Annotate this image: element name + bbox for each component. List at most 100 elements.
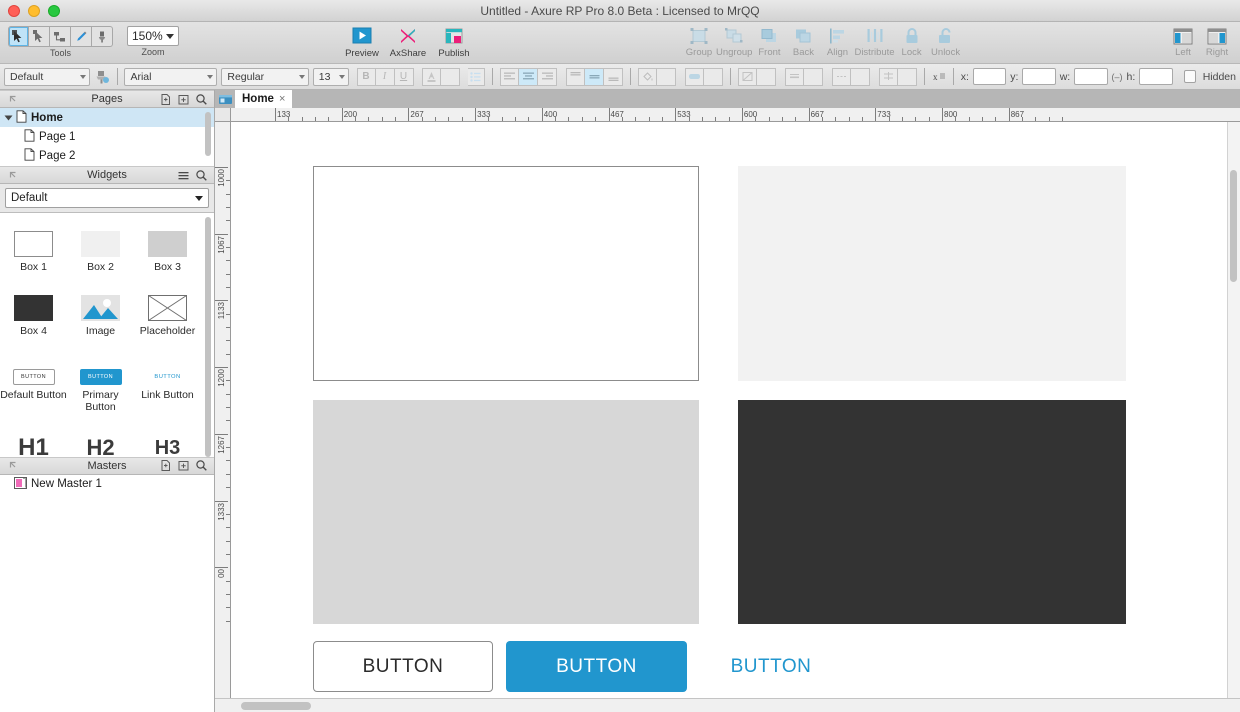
axshare-button[interactable]: AxShare (385, 22, 431, 59)
design-canvas[interactable]: BUTTON BUTTON BUTTON (231, 122, 1240, 698)
widget-item-link-button[interactable]: BUTTON Link Button (134, 347, 201, 413)
align-left-button[interactable] (500, 67, 520, 86)
fill-color-dropdown[interactable] (656, 67, 676, 86)
format-painter-tool-button[interactable] (92, 26, 113, 47)
masters-tree[interactable]: New Master 1 (0, 474, 214, 712)
widget-item-box2[interactable]: Box 2 (67, 219, 134, 273)
add-master-icon[interactable] (158, 458, 173, 473)
bullet-list-button[interactable] (467, 67, 486, 86)
widgets-scrollbar[interactable] (205, 215, 213, 457)
pages-tree-item-page1[interactable]: Page 1 (0, 127, 214, 146)
bring-front-button[interactable]: Front (752, 22, 786, 58)
connector-tool-button[interactable] (50, 26, 71, 47)
page-tab-home[interactable]: Home × (235, 90, 293, 108)
widget-item-placeholder[interactable]: Placeholder (134, 283, 201, 337)
widget-item-default-button[interactable]: BUTTON Default Button (0, 347, 67, 413)
collapse-arrow-icon[interactable] (5, 168, 20, 183)
default-button-shape[interactable]: BUTTON (313, 641, 493, 692)
x-input[interactable] (972, 68, 1007, 85)
style-painter-button[interactable] (94, 69, 110, 85)
underline-button[interactable]: U (394, 67, 414, 86)
vertical-ruler[interactable]: 1000 1067 1133 1200 1267 1333 00 (215, 122, 231, 698)
valign-middle-button[interactable] (585, 67, 605, 86)
y-input[interactable] (1022, 68, 1056, 85)
add-page-icon[interactable] (158, 92, 173, 107)
hamburger-menu-icon[interactable] (176, 168, 191, 183)
line-type-button[interactable] (878, 67, 898, 86)
widget-item-box1[interactable]: Box 1 (0, 219, 67, 273)
widget-item-heading2[interactable]: H2 Heading 2 (67, 423, 134, 457)
line-style-button[interactable] (737, 67, 757, 86)
fill-color-button[interactable] (637, 67, 657, 86)
align-right-button[interactable] (538, 67, 558, 86)
line-width-button[interactable] (784, 67, 804, 86)
box1-shape[interactable] (313, 166, 699, 381)
widget-item-box3[interactable]: Box 3 (134, 219, 201, 273)
pages-scrollbar[interactable] (205, 110, 213, 164)
line-style-dropdown[interactable] (756, 67, 776, 86)
maximize-window-button[interactable] (48, 4, 60, 17)
unlock-button[interactable]: Unlock (929, 22, 963, 58)
masters-tree-item[interactable]: New Master 1 (0, 475, 214, 494)
line-width-dropdown[interactable] (803, 67, 823, 86)
point-tool-button[interactable] (29, 26, 50, 47)
horizontal-ruler[interactable]: 133 200 267 333 400 467 533 600 667 733 800 867 (231, 108, 1240, 122)
w-input[interactable] (1074, 68, 1108, 85)
lock-button[interactable]: Lock (895, 22, 929, 58)
widget-item-heading3[interactable]: H3 Heading 3 (134, 423, 201, 457)
pages-scroll-thumb[interactable] (205, 112, 211, 156)
canvas-vertical-scroll-thumb[interactable] (1230, 170, 1237, 282)
bold-button[interactable]: B (356, 67, 376, 86)
search-icon[interactable] (194, 92, 209, 107)
font-family-select[interactable]: Arial (124, 67, 218, 86)
box2-shape[interactable] (738, 166, 1126, 381)
widget-style-select[interactable]: Default (4, 67, 90, 86)
text-color-dropdown[interactable] (440, 67, 460, 86)
widget-item-box4[interactable]: Box 4 (0, 283, 67, 337)
widget-grid[interactable]: Box 1 Box 2 Box 3 Box 4 Image Placeholde… (0, 213, 214, 457)
text-color-icon[interactable] (421, 67, 441, 86)
pages-tree-item-page2[interactable]: Page 2 (0, 146, 214, 165)
minimize-window-button[interactable] (28, 4, 40, 17)
add-folder-icon[interactable] (176, 92, 191, 107)
canvas-horizontal-scrollbar[interactable] (215, 698, 1240, 712)
widget-item-heading1[interactable]: H1 Heading 1 (0, 423, 67, 457)
link-button-shape[interactable]: BUTTON (711, 641, 831, 692)
close-window-button[interactable] (8, 4, 20, 17)
zoom-select[interactable]: 150% (127, 26, 179, 46)
ungroup-button[interactable]: Ungroup (716, 22, 752, 58)
collapse-arrow-icon[interactable] (5, 458, 20, 473)
valign-bottom-button[interactable] (604, 67, 624, 86)
link-dimensions-toggle[interactable]: (–) (1112, 72, 1123, 82)
arrow-style-dropdown[interactable] (850, 67, 870, 86)
pen-tool-button[interactable] (71, 26, 92, 47)
widget-item-image[interactable]: Image (67, 283, 134, 337)
line-color-button[interactable] (684, 67, 704, 86)
line-type-dropdown[interactable] (897, 67, 917, 86)
send-back-button[interactable]: Back (786, 22, 820, 58)
arrow-style-button[interactable] (831, 67, 851, 86)
close-icon[interactable]: × (279, 93, 285, 105)
align-center-button[interactable] (519, 67, 539, 86)
collapse-arrow-icon[interactable] (5, 92, 20, 107)
line-color-dropdown[interactable] (703, 67, 723, 86)
search-icon[interactable] (194, 458, 209, 473)
italic-button[interactable]: I (375, 67, 395, 86)
widget-library-select[interactable]: Default (5, 188, 209, 208)
box3-shape[interactable] (313, 400, 699, 624)
distribute-button[interactable]: Distribute (854, 22, 895, 58)
toggle-left-panel-button[interactable]: Left (1166, 22, 1200, 58)
pages-tree[interactable]: Home Page 1 Page 2 Page 3 (0, 108, 214, 166)
pages-tree-item-home[interactable]: Home (0, 108, 214, 127)
publish-button[interactable]: Publish (431, 22, 477, 59)
widget-item-primary-button[interactable]: BUTTON Primary Button (67, 347, 134, 413)
valign-top-button[interactable] (566, 67, 586, 86)
primary-button-shape[interactable]: BUTTON (506, 641, 687, 692)
align-button[interactable]: Align (820, 22, 854, 58)
select-tool-button[interactable] (8, 26, 29, 47)
group-button[interactable]: Group (682, 22, 716, 58)
canvas-horizontal-scroll-thumb[interactable] (241, 702, 311, 710)
widgets-scroll-thumb[interactable] (205, 217, 211, 457)
search-icon[interactable] (194, 168, 209, 183)
toggle-right-panel-button[interactable]: Right (1200, 22, 1234, 58)
